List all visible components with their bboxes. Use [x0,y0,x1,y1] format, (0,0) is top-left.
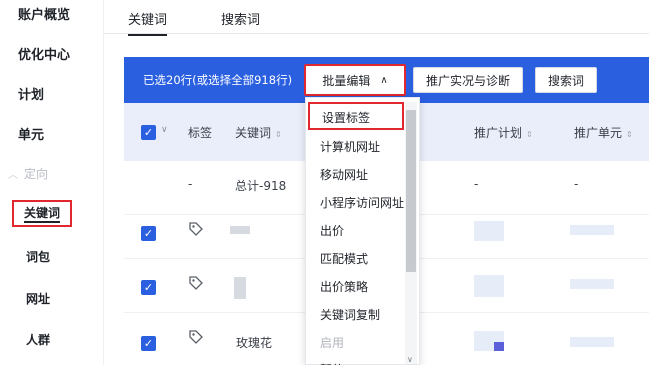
sidebar-item-label: 计划 [18,88,45,103]
sidebar-item-url[interactable]: 网址 [26,290,50,307]
select-all-checkbox[interactable]: ✓ [141,125,156,140]
row-checkbox[interactable]: ✓ [141,280,156,295]
sidebar-item-label: 人群 [26,333,51,347]
tab-bar: 关键词 搜索词 [104,0,649,36]
sidebar-item-label: 优化中心 [18,48,71,63]
sort-icon[interactable]: ⇕ [626,130,633,139]
unit-masked [570,337,614,347]
batch-edit-menu: 设置标签 计算机网址 移动网址 小程序访问网址 出价 匹配模式 出价策略 关键词… [305,97,420,365]
plan-masked [474,275,504,297]
tab-search-words[interactable]: 搜索词 [221,9,260,28]
header-keyword[interactable]: 关键词 ⇕ [235,124,282,141]
total-plan: - [474,177,479,191]
sidebar-item-account-overview[interactable]: 账户概览 [18,4,70,23]
menu-item-miniprogram-url[interactable]: 小程序访问网址 [320,194,404,211]
sidebar-item-label: 单元 [18,128,45,143]
tag-icon[interactable] [188,329,204,345]
keyword-text: 玫瑰花 [236,336,273,350]
row-checkbox[interactable]: ✓ [141,336,156,351]
promo-diagnose-button[interactable]: 推广实况与诊断 [413,67,523,93]
sidebar-item-optimization-center[interactable]: 优化中心 [18,44,70,63]
sidebar-item-label: 网址 [26,292,51,306]
unit-masked [570,225,614,235]
menu-item-match-mode[interactable]: 匹配模式 [320,250,368,267]
sidebar-item-label: 账户概览 [18,8,71,23]
menu-item-mobile-url[interactable]: 移动网址 [320,166,368,183]
header-plan[interactable]: 推广计划 ⇕ [474,124,533,141]
menu-item-set-tag[interactable]: 设置标签 [308,102,404,130]
search-words-button[interactable]: 搜索词 [535,67,597,93]
plan-marker [494,342,504,351]
plan-masked [474,221,504,241]
sidebar-item-unit[interactable]: 单元 [18,124,44,143]
sidebar: 账户概览 优化中心 计划 单元 ︿ 定向 关键词 词包 网址 人群 [0,0,104,365]
menu-scrollbar[interactable]: ∨ [405,102,417,364]
tag-icon[interactable] [188,275,204,291]
batch-edit-button[interactable]: 批量编辑 ∧ [304,64,406,96]
menu-item-pause[interactable]: 暂停 [320,361,344,365]
keyword-masked [234,277,246,299]
sidebar-item-label: 关键词 [24,206,61,223]
batch-edit-label: 批量编辑 [322,73,371,88]
header-plan-label: 推广计划 [474,126,523,140]
scroll-down-icon[interactable]: ∨ [407,355,413,364]
unit-masked [570,279,614,289]
menu-scrollbar-thumb[interactable] [406,110,416,272]
header-unit[interactable]: 推广单元 ⇕ [574,124,633,141]
sidebar-item-word-package[interactable]: 词包 [26,248,50,265]
header-keyword-label: 关键词 [235,126,272,140]
tag-icon[interactable] [188,221,204,237]
keyword-masked [230,226,250,234]
chevron-down-icon[interactable]: ∨ [161,125,168,135]
tab-keywords[interactable]: 关键词 [128,9,168,36]
header-unit-label: 推广单元 [574,126,623,140]
total-unit: - [574,177,579,191]
sidebar-item-keywords[interactable]: 关键词 [12,200,73,227]
sidebar-item-targeting[interactable]: ︿ 定向 [8,165,48,182]
menu-item-pc-url[interactable]: 计算机网址 [320,138,380,155]
row-checkbox[interactable]: ✓ [141,226,156,241]
selection-info[interactable]: 已选20行(或选择全部918行) [143,72,292,88]
sidebar-item-plan[interactable]: 计划 [18,84,44,103]
menu-item-enable: 启用 [320,336,345,350]
sidebar-item-audience[interactable]: 人群 [26,331,50,348]
sidebar-item-label: 词包 [26,250,51,264]
total-keyword: 总计-918 [235,179,287,193]
total-tag: - [188,177,193,191]
chevron-up-icon: ︿ [8,170,18,181]
sort-icon[interactable]: ⇕ [275,130,282,139]
menu-item-keyword-copy[interactable]: 关键词复制 [320,306,380,323]
header-tag: 标签 [188,126,213,140]
menu-item-bid-strategy[interactable]: 出价策略 [320,278,368,295]
sort-icon[interactable]: ⇕ [526,130,533,139]
chevron-up-icon: ∧ [380,74,388,86]
menu-item-bid[interactable]: 出价 [320,222,344,239]
sidebar-item-label: 定向 [24,167,49,181]
